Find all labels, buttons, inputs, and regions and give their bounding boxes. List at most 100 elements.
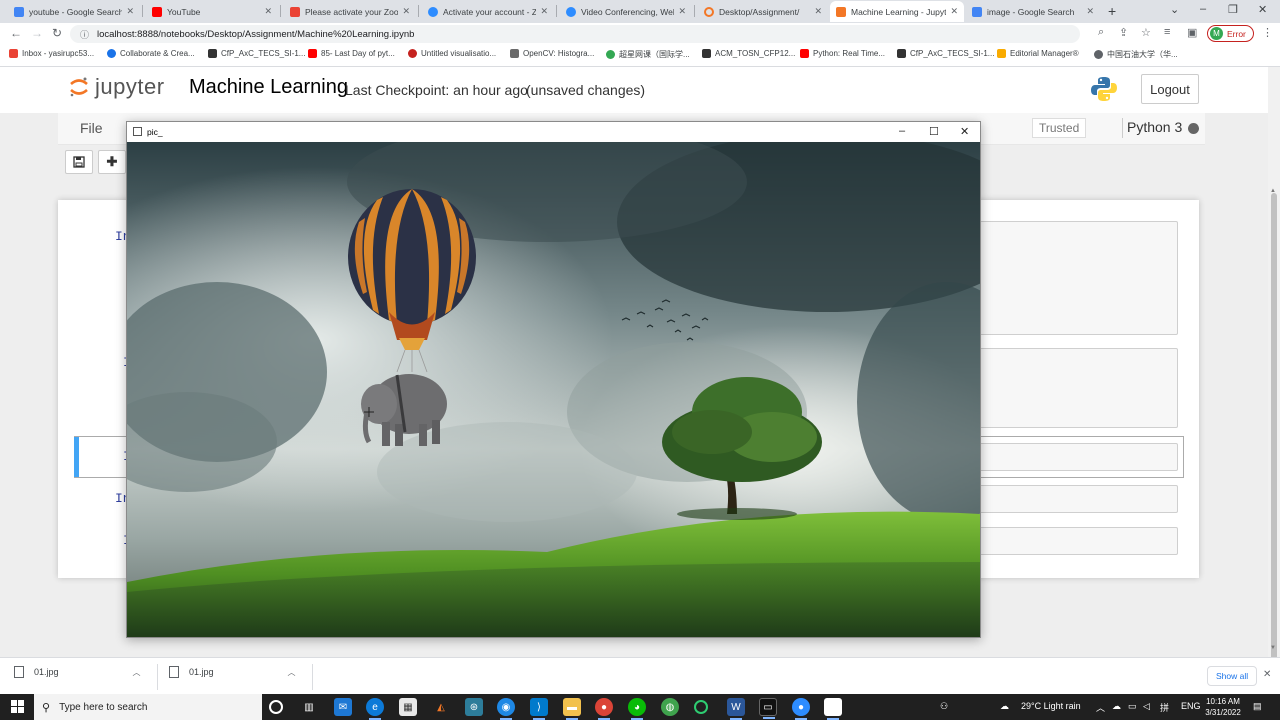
ime-icon[interactable]: 拼 [1160,701,1169,714]
zoom-icon[interactable]: ⌕ [1098,26,1104,39]
tab-youtube[interactable]: YouTube ✕ [146,1,278,22]
windows-start-icon[interactable] [11,700,24,713]
people-icon[interactable]: ⚇ [940,701,948,712]
spyder-icon[interactable]: ⊛ [465,698,483,716]
jupyter-logo[interactable]: jupyter [68,74,165,100]
terminal-icon[interactable]: ▭ [759,698,777,719]
bookmark-item[interactable]: 超星网课（国际学... [606,49,690,60]
bookmark-item[interactable]: OpenCV: Histogra... [510,49,594,58]
wechat-icon[interactable]: ◕ [628,698,646,720]
download-item[interactable]: 01.jpg ︿ [169,666,296,678]
notebook-title[interactable]: Machine Learning [189,76,348,99]
bookmark-item[interactable]: CfP_AxC_TECS_SI-1... [897,49,994,58]
reading-list-icon[interactable]: ≡ [1164,26,1170,38]
close-tab-icon[interactable]: ✕ [126,6,134,17]
side-panel-icon[interactable]: ▣ [1187,26,1197,39]
back-icon[interactable]: ← [10,26,22,40]
store-icon[interactable]: ▦ [399,698,417,716]
edge-icon[interactable]: e [366,698,384,720]
gmail-icon [290,6,300,17]
reload-icon[interactable]: ↻ [52,26,62,40]
volume-icon[interactable]: ◁ [1143,701,1150,712]
bookmark-item[interactable]: 85- Last Day of pyt... [308,49,395,58]
chrome-icon[interactable]: ● [595,698,613,720]
maps-icon[interactable]: ◍ [661,698,679,716]
avatar: M [1210,27,1223,40]
bookmark-item[interactable]: CfP_AxC_TECS_SI-1... [208,49,305,58]
close-tab-icon[interactable]: ✕ [814,6,822,17]
viewer-titlebar[interactable]: pic_ – ☐ ✕ [127,122,980,142]
page-scrollbar[interactable]: ▲ ▼ [1268,67,1280,709]
weather-icon[interactable]: ☁ [1000,701,1009,712]
close-window-icon[interactable]: ✕ [1258,3,1267,16]
cortana-icon[interactable] [269,700,283,714]
word-icon[interactable]: W [727,698,745,720]
url-input[interactable]: ⓘ localhost:8888/notebooks/Desktop/Assig… [70,25,1080,43]
bookmark-item[interactable]: Untitled visualisatio... [408,49,496,58]
onedrive-icon[interactable]: ☁ [1112,701,1121,712]
chevron-down-icon[interactable]: ⌄ [1170,3,1179,16]
google-icon [972,6,982,17]
weather-text[interactable]: 29°C Light rain [1021,701,1081,711]
close-tab-icon[interactable]: ✕ [950,6,958,17]
bookmark-item[interactable]: Collaborate & Crea... [107,49,195,58]
add-cell-button[interactable]: ✚ [98,150,126,174]
menu-file[interactable]: File [80,120,103,136]
chevron-up-icon[interactable]: ︿ [288,667,296,678]
close-icon[interactable]: ✕ [960,125,969,138]
task-view-icon[interactable]: ▥ [300,698,318,716]
maximize-icon[interactable]: ☐ [929,125,939,138]
taskbar-clock[interactable]: 10:16 AM 3/31/2022 [1203,696,1243,718]
close-tab-icon[interactable]: ✕ [1086,6,1094,17]
kernel-name[interactable]: Python 3 [1127,119,1182,135]
network-icon[interactable]: ▭ [1128,701,1137,712]
save-button[interactable] [65,150,93,174]
pycharm-icon[interactable]: ◉ [497,698,515,720]
chevron-up-icon[interactable]: ︿ [133,667,141,678]
new-tab-button[interactable]: + [1108,3,1116,19]
tab-desktop-assignment[interactable]: Desktop/Assignment/ ✕ [698,1,828,22]
tab-zoom-activate-mail[interactable]: Please activate your Zoom a ✕ [284,1,416,22]
close-tab-icon[interactable]: ✕ [264,6,272,17]
displayed-image[interactable] [127,142,980,637]
tab-youtube-search[interactable]: youtube - Google Search ✕ [8,1,140,22]
bookmark-item[interactable]: ACM_TOSN_CFP12... [702,49,795,58]
bookmark-item[interactable]: Python: Real Time... [800,49,885,58]
notifications-icon[interactable]: ▤ [1253,701,1262,712]
image-viewer-icon[interactable] [824,698,842,720]
minimize-icon[interactable]: – [1200,3,1206,15]
close-tab-icon[interactable]: ✕ [540,6,548,17]
bookmarks-bar: Inbox - yasirupc53... Collaborate & Crea… [0,45,1280,67]
close-tab-icon[interactable]: ✕ [678,6,686,17]
tab-zoom-conferencing[interactable]: Video Conferencing, Web ✕ [560,1,692,22]
vscode-icon[interactable]: ⟩ [530,698,548,720]
tab-image-search[interactable]: image - Google Search ✕ [966,1,1100,22]
profile-button[interactable]: M Error [1207,25,1254,42]
trusted-indicator[interactable]: Trusted [1032,118,1087,138]
scrollbar-thumb[interactable] [1271,193,1277,709]
bookmark-item[interactable]: Editorial Manager® [997,49,1079,58]
show-all-downloads-button[interactable]: Show all [1207,666,1258,686]
file-explorer-icon[interactable]: ▬ [563,698,581,720]
star-icon[interactable]: ☆ [1141,26,1151,39]
app-icon[interactable] [694,700,708,714]
bookmark-item[interactable]: 中国石油大学（华... [1094,49,1178,60]
menu-icon[interactable]: ⋮ [1262,26,1273,39]
close-tab-icon[interactable]: ✕ [402,6,410,17]
taskbar-search-input[interactable]: ⚲ Type here to search [34,694,262,720]
tab-machine-learning[interactable]: Machine Learning - Jupyte ✕ [830,1,964,22]
minimize-icon[interactable]: – [899,125,905,137]
bookmark-item[interactable]: Inbox - yasirupc53... [9,49,94,58]
language-indicator[interactable]: ENG [1181,701,1201,711]
mail-icon[interactable]: ✉ [334,698,352,716]
matlab-icon[interactable]: ◭ [432,698,450,716]
forward-icon[interactable]: → [31,26,43,40]
restore-icon[interactable]: ❐ [1228,3,1238,16]
show-hidden-icons[interactable]: ︿ [1096,701,1105,714]
share-icon[interactable]: ⇪ [1119,26,1128,39]
tab-zoom-activate-account[interactable]: Activate your account - Zo ✕ [422,1,554,22]
logout-button[interactable]: Logout [1141,74,1199,104]
close-icon[interactable]: ✕ [1263,669,1271,680]
download-item[interactable]: 01.jpg ︿ [14,666,141,678]
zoom-icon[interactable]: ● [792,698,810,720]
